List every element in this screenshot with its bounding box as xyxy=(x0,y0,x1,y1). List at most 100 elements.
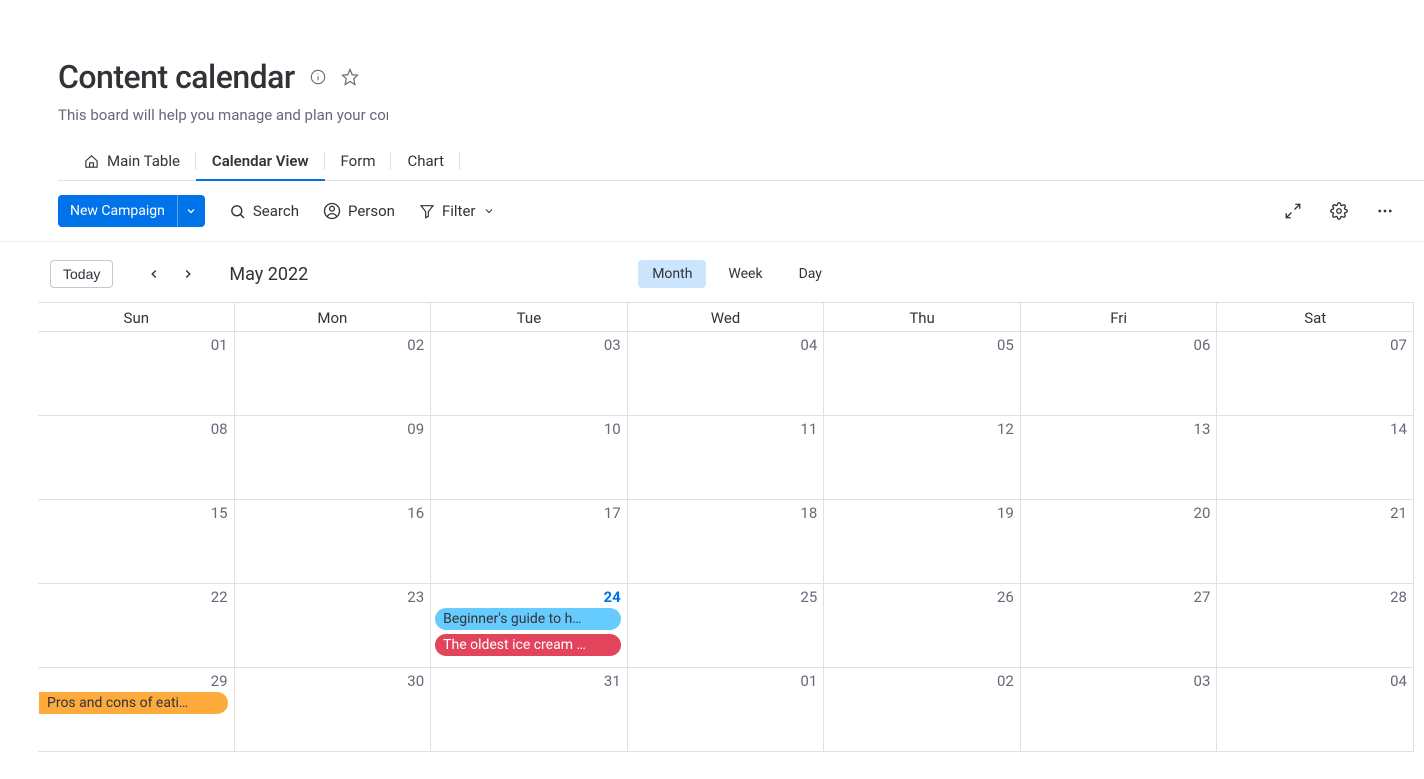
day-number: 04 xyxy=(1390,672,1407,690)
chevron-down-icon[interactable] xyxy=(177,195,205,227)
day-number: 01 xyxy=(211,336,228,354)
day-cell[interactable]: 02 xyxy=(235,332,432,416)
day-number: 13 xyxy=(1194,420,1211,438)
day-number: 30 xyxy=(407,672,424,690)
tab-chart[interactable]: Chart xyxy=(391,142,460,180)
day-number: 31 xyxy=(604,672,621,690)
weekday-header: Sat xyxy=(1217,303,1414,332)
day-number: 14 xyxy=(1390,420,1407,438)
day-cell[interactable]: 14 xyxy=(1217,416,1414,500)
calendar-grid: SunMonTueWedThuFriSat 01 02 03 04 05 06 07 08 09… xyxy=(38,302,1414,752)
day-number: 18 xyxy=(800,504,817,522)
weekday-header: Thu xyxy=(824,303,1021,332)
view-tabs: Main TableCalendar ViewFormChart xyxy=(58,142,1424,181)
prev-button[interactable] xyxy=(143,263,165,285)
day-cell[interactable]: 28 xyxy=(1217,584,1414,668)
day-cell[interactable]: 25 xyxy=(628,584,825,668)
weekday-header: Mon xyxy=(235,303,432,332)
day-cell[interactable]: 04 xyxy=(1217,668,1414,752)
day-cell[interactable]: 29 Pros and cons of eati… xyxy=(38,668,235,752)
more-icon[interactable] xyxy=(1376,202,1394,220)
day-cell[interactable]: 06 xyxy=(1021,332,1218,416)
new-campaign-button[interactable]: New Campaign xyxy=(58,195,205,227)
day-cell[interactable]: 24 Beginner's guide to h… The oldest ice c… xyxy=(431,584,628,668)
day-number: 02 xyxy=(407,336,424,354)
day-cell[interactable]: 02 xyxy=(824,668,1021,752)
today-button[interactable]: Today xyxy=(50,260,113,288)
info-icon[interactable] xyxy=(309,68,327,86)
person-filter-button[interactable]: Person xyxy=(323,202,395,220)
day-cell[interactable]: 11 xyxy=(628,416,825,500)
day-number: 17 xyxy=(604,504,621,522)
day-number: 28 xyxy=(1390,588,1407,606)
day-cell[interactable]: 30 xyxy=(235,668,432,752)
filter-icon xyxy=(419,203,435,219)
day-number: 16 xyxy=(407,504,424,522)
tab-main-table[interactable]: Main Table xyxy=(68,142,196,180)
day-cell[interactable]: 17 xyxy=(431,500,628,584)
day-number: 26 xyxy=(997,588,1014,606)
day-cell[interactable]: 03 xyxy=(1021,668,1218,752)
star-icon[interactable] xyxy=(341,68,359,86)
day-cell[interactable]: 01 xyxy=(628,668,825,752)
day-number: 11 xyxy=(800,420,817,438)
day-cell[interactable]: 27 xyxy=(1021,584,1218,668)
day-cell[interactable]: 12 xyxy=(824,416,1021,500)
day-cell[interactable]: 22 xyxy=(38,584,235,668)
day-cell[interactable]: 03 xyxy=(431,332,628,416)
search-button[interactable]: Search xyxy=(229,202,299,220)
expand-icon[interactable] xyxy=(1284,202,1302,220)
calendar-event[interactable]: Beginner's guide to h… xyxy=(435,608,621,630)
day-cell[interactable]: 23 xyxy=(235,584,432,668)
view-day[interactable]: Day xyxy=(785,260,836,288)
day-cell[interactable]: 15 xyxy=(38,500,235,584)
calendar-event[interactable]: The oldest ice cream … xyxy=(435,634,621,656)
day-number: 02 xyxy=(997,672,1014,690)
day-number: 07 xyxy=(1390,336,1407,354)
day-number: 05 xyxy=(997,336,1014,354)
day-cell[interactable]: 05 xyxy=(824,332,1021,416)
day-number: 27 xyxy=(1194,588,1211,606)
day-cell[interactable]: 01 xyxy=(38,332,235,416)
filter-button[interactable]: Filter xyxy=(419,202,495,220)
day-cell[interactable]: 20 xyxy=(1021,500,1218,584)
gear-icon[interactable] xyxy=(1330,202,1348,220)
day-cell[interactable]: 04 xyxy=(628,332,825,416)
calendar-controls: Today May 2022 Month Week Day xyxy=(0,242,1424,298)
day-cell[interactable]: 07 xyxy=(1217,332,1414,416)
page-title: Content calendar xyxy=(58,58,295,96)
day-number: 24 xyxy=(603,588,620,606)
day-cell[interactable]: 21 xyxy=(1217,500,1414,584)
day-number: 09 xyxy=(407,420,424,438)
weekday-header: Wed xyxy=(628,303,825,332)
day-number: 03 xyxy=(604,336,621,354)
toolbar: New Campaign Search Person Filter xyxy=(0,181,1424,242)
current-period: May 2022 xyxy=(229,264,308,285)
day-number: 29 xyxy=(211,672,228,690)
person-icon xyxy=(323,202,341,220)
next-button[interactable] xyxy=(177,263,199,285)
day-cell[interactable]: 31 xyxy=(431,668,628,752)
day-cell[interactable]: 18 xyxy=(628,500,825,584)
day-cell[interactable]: 08 xyxy=(38,416,235,500)
day-number: 23 xyxy=(407,588,424,606)
weekday-header: Sun xyxy=(38,303,235,332)
day-cell[interactable]: 19 xyxy=(824,500,1021,584)
day-number: 19 xyxy=(997,504,1014,522)
day-cell[interactable]: 13 xyxy=(1021,416,1218,500)
day-number: 01 xyxy=(800,672,817,690)
chevron-down-icon xyxy=(483,205,495,217)
calendar-event[interactable]: Pros and cons of eati… xyxy=(39,692,228,714)
view-month[interactable]: Month xyxy=(638,260,706,288)
tab-form[interactable]: Form xyxy=(325,142,392,180)
weekday-header: Tue xyxy=(431,303,628,332)
weekday-header: Fri xyxy=(1021,303,1218,332)
day-cell[interactable]: 26 xyxy=(824,584,1021,668)
day-cell[interactable]: 10 xyxy=(431,416,628,500)
day-cell[interactable]: 16 xyxy=(235,500,432,584)
tab-calendar-view[interactable]: Calendar View xyxy=(196,142,325,180)
day-cell[interactable]: 09 xyxy=(235,416,432,500)
view-week[interactable]: Week xyxy=(714,260,776,288)
day-number: 03 xyxy=(1194,672,1211,690)
day-number: 20 xyxy=(1194,504,1211,522)
